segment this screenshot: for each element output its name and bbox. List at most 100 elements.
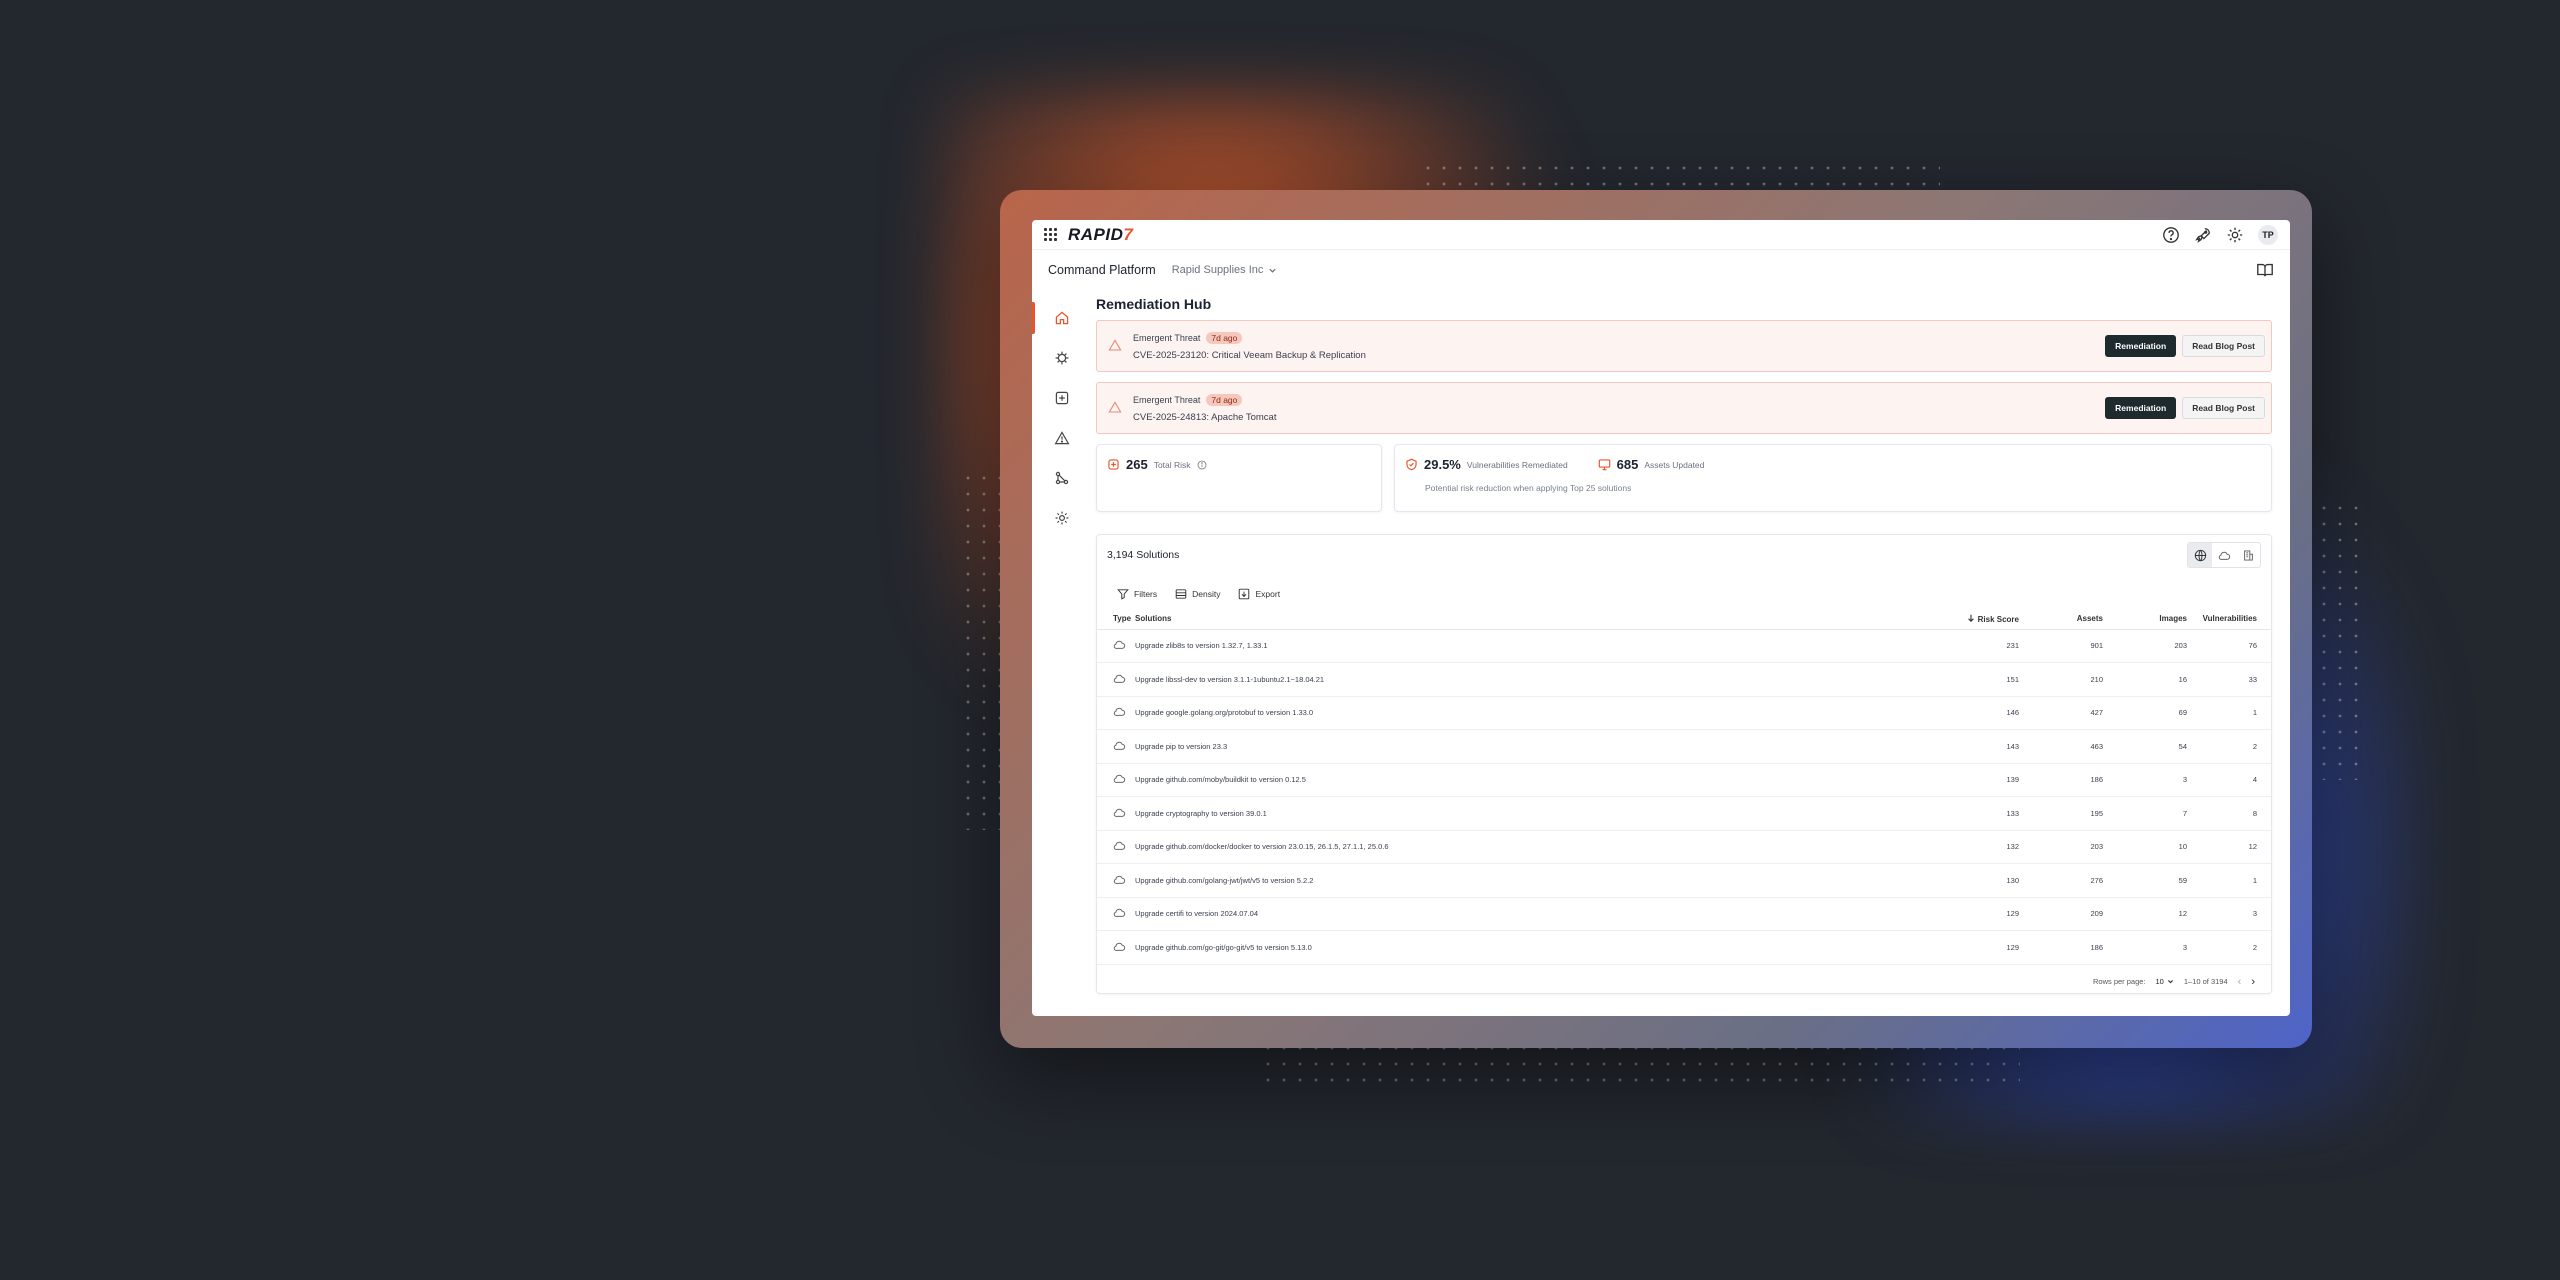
- cloud-icon: [1113, 641, 1126, 650]
- nav-home[interactable]: [1032, 298, 1092, 338]
- col-solutions[interactable]: Solutions: [1135, 609, 1939, 630]
- row-type: [1097, 930, 1135, 965]
- row-solution[interactable]: Upgrade libssl-dev to version 3.1.1-1ubu…: [1135, 662, 1939, 697]
- row-solution[interactable]: Upgrade github.com/go-git/go-git/v5 to v…: [1135, 930, 1939, 965]
- row-solution[interactable]: Upgrade pip to version 23.3: [1135, 729, 1939, 764]
- total-risk-label: Total Risk: [1153, 459, 1191, 470]
- row-solution[interactable]: Upgrade cryptography to version 39.0.1: [1135, 796, 1939, 831]
- logo[interactable]: RAPID7: [1068, 225, 1133, 245]
- row-vulnerabilities: 33: [2187, 662, 2271, 697]
- monitor-icon: [1598, 459, 1610, 471]
- table-row[interactable]: Upgrade google.golang.org/protobuf to ve…: [1097, 696, 2271, 730]
- table-row[interactable]: Upgrade libssl-dev to version 3.1.1-1ubu…: [1097, 662, 2271, 697]
- table-row[interactable]: Upgrade github.com/golang-jwt/jwt/v5 to …: [1097, 863, 2271, 898]
- row-solution[interactable]: Upgrade github.com/golang-jwt/jwt/v5 to …: [1135, 863, 1939, 898]
- nav-add[interactable]: [1032, 378, 1092, 418]
- table-row[interactable]: Upgrade github.com/moby/buildkit to vers…: [1097, 763, 2271, 797]
- row-risk-score: 132: [1939, 830, 2019, 864]
- next-page-button[interactable]: ›: [2251, 976, 2255, 988]
- rows-per-page-select[interactable]: 10: [2156, 977, 2174, 986]
- workflow-icon: [1055, 471, 1069, 485]
- row-risk-score: 129: [1939, 897, 2019, 931]
- remediated-value: 29.5%: [1424, 457, 1461, 472]
- row-type: [1097, 830, 1135, 864]
- table-row[interactable]: Upgrade github.com/go-git/go-git/v5 to v…: [1097, 930, 2271, 965]
- row-vulnerabilities: 2: [2187, 729, 2271, 764]
- risk-reduction-note: Potential risk reduction when applying T…: [1425, 483, 1632, 493]
- alert-title: CVE-2025-23120: Critical Veeam Backup & …: [1133, 349, 1366, 361]
- risk-reduction-card: 29.5% Vulnerabilities Remediated 685 Ass…: [1394, 444, 2272, 512]
- nav-vulnerabilities[interactable]: [1032, 338, 1092, 378]
- row-type: [1097, 796, 1135, 831]
- solutions-card: 3,194 Solutions Filters Density Export T…: [1096, 534, 2272, 994]
- side-nav: [1032, 290, 1092, 1016]
- context-bar: Command Platform Rapid Supplies Inc: [1032, 250, 2290, 290]
- read-blog-post-button[interactable]: Read Blog Post: [2182, 335, 2265, 357]
- table-row[interactable]: Upgrade zlib8s to version 1.32.7, 1.33.1…: [1097, 629, 2271, 663]
- remediation-button[interactable]: Remediation: [2105, 335, 2177, 357]
- user-avatar[interactable]: TP: [2258, 224, 2278, 245]
- row-images: 69: [2103, 696, 2187, 730]
- book-icon[interactable]: [2256, 261, 2274, 279]
- alert-label: Emergent Threat: [1133, 332, 1201, 343]
- table-row[interactable]: Upgrade certifi to version 2024.07.04 129…: [1097, 897, 2271, 931]
- col-risk-score[interactable]: Risk Score: [1939, 609, 2019, 630]
- row-images: 3: [2103, 930, 2187, 965]
- row-images: 16: [2103, 662, 2187, 697]
- row-images: 12: [2103, 897, 2187, 931]
- remediated-label: Vulnerabilities Remediated: [1466, 459, 1568, 470]
- row-solution[interactable]: Upgrade certifi to version 2024.07.04: [1135, 897, 1939, 931]
- export-button[interactable]: Export: [1238, 588, 1280, 600]
- view-building[interactable]: [2236, 543, 2260, 567]
- density-button[interactable]: Density: [1175, 588, 1220, 600]
- col-images[interactable]: Images: [2103, 609, 2187, 630]
- info-icon[interactable]: [1197, 460, 1207, 470]
- remediation-button[interactable]: Remediation: [2105, 397, 2177, 419]
- row-solution[interactable]: Upgrade github.com/docker/docker to vers…: [1135, 830, 1939, 864]
- row-type: [1097, 662, 1135, 697]
- help-icon[interactable]: [2162, 226, 2180, 244]
- row-assets: 463: [2019, 729, 2103, 764]
- table-row[interactable]: Upgrade github.com/docker/docker to vers…: [1097, 830, 2271, 864]
- nav-settings[interactable]: [1032, 498, 1092, 538]
- filters-button[interactable]: Filters: [1117, 588, 1157, 600]
- row-type: [1097, 863, 1135, 898]
- row-type: [1097, 763, 1135, 797]
- row-risk-score: 129: [1939, 930, 2019, 965]
- col-assets[interactable]: Assets: [2019, 609, 2103, 630]
- total-risk-value: 265: [1126, 457, 1148, 472]
- solutions-count: 3,194 Solutions: [1107, 549, 1180, 561]
- nav-threats[interactable]: [1032, 418, 1092, 458]
- cloud-icon: [1113, 942, 1126, 951]
- row-vulnerabilities: 1: [2187, 863, 2271, 898]
- app-launcher-icon[interactable]: [1044, 227, 1058, 242]
- chevron-down-icon: [2167, 980, 2173, 984]
- row-type: [1097, 629, 1135, 663]
- table-row[interactable]: Upgrade pip to version 23.3 143 463 54 2: [1097, 729, 2271, 764]
- row-images: 54: [2103, 729, 2187, 764]
- rocket-icon[interactable]: [2194, 226, 2212, 244]
- row-assets: 209: [2019, 897, 2103, 931]
- view-globe[interactable]: [2188, 543, 2212, 567]
- table-toolbar: Filters Density Export: [1097, 579, 2271, 609]
- settings-gear-icon[interactable]: [2226, 226, 2244, 244]
- warning-triangle-icon: [1054, 431, 1070, 445]
- col-type[interactable]: Type: [1097, 609, 1135, 630]
- read-blog-post-button[interactable]: Read Blog Post: [2182, 397, 2265, 419]
- row-solution[interactable]: Upgrade google.golang.org/protobuf to ve…: [1135, 696, 1939, 730]
- table-row[interactable]: Upgrade cryptography to version 39.0.1 13…: [1097, 796, 2271, 831]
- org-selector[interactable]: Rapid Supplies Inc: [1172, 264, 1278, 276]
- cloud-icon: [1113, 842, 1126, 851]
- platform-name: Command Platform: [1048, 263, 1156, 277]
- solutions-table: Type Solutions Risk Score Assets Images …: [1097, 609, 2271, 965]
- view-cloud[interactable]: [2212, 543, 2236, 567]
- nav-workflows[interactable]: [1032, 458, 1092, 498]
- alert-shield-icon: [1108, 339, 1122, 351]
- col-vulnerabilities[interactable]: Vulnerabilities: [2187, 609, 2271, 630]
- cloud-icon: [1113, 775, 1126, 784]
- row-solution[interactable]: Upgrade github.com/moby/buildkit to vers…: [1135, 763, 1939, 797]
- row-vulnerabilities: 4: [2187, 763, 2271, 797]
- prev-page-button[interactable]: ‹: [2238, 976, 2242, 988]
- row-risk-score: 143: [1939, 729, 2019, 764]
- row-solution[interactable]: Upgrade zlib8s to version 1.32.7, 1.33.1: [1135, 629, 1939, 663]
